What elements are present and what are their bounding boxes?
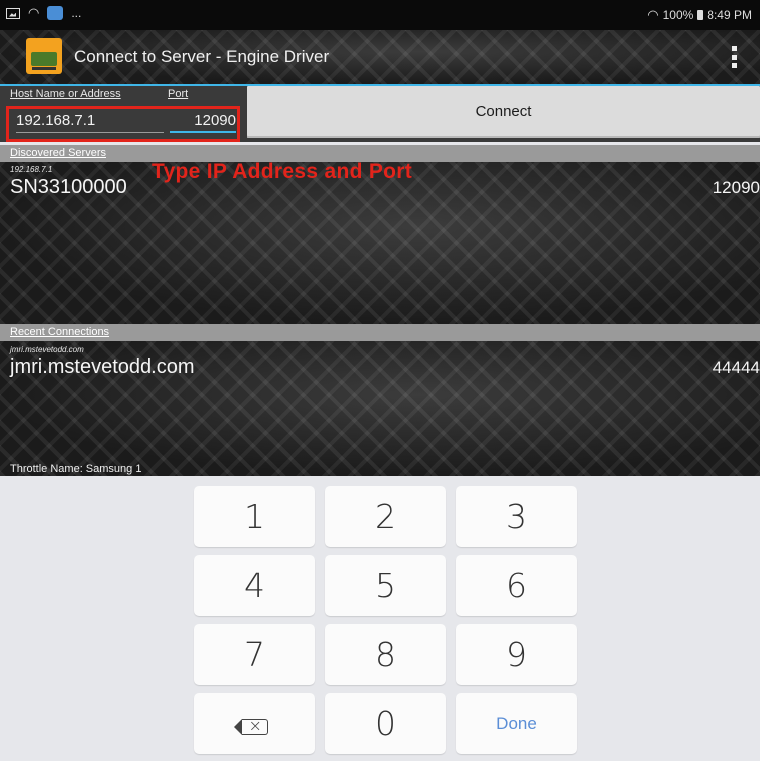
- port-label: Port: [168, 88, 189, 100]
- connection-address: jmri.mstevetodd.com: [10, 345, 84, 354]
- key-2[interactable]: 2: [325, 486, 446, 547]
- key-1[interactable]: 1: [194, 486, 315, 547]
- key-3[interactable]: 3: [456, 486, 577, 547]
- status-ellipsis: ...: [71, 6, 82, 20]
- recent-connections-header: Recent Connections: [0, 324, 760, 341]
- key-8[interactable]: 8: [325, 624, 446, 685]
- key-7[interactable]: 7: [194, 624, 315, 685]
- annotation-text: Type IP Address and Port: [152, 160, 413, 183]
- server-port: 12090: [712, 178, 760, 197]
- key-0[interactable]: 0: [325, 693, 446, 754]
- overflow-menu-icon[interactable]: [730, 46, 738, 68]
- numeric-keypad: 1 2 3 4 5 6 7 8 9 0 Done: [0, 476, 760, 761]
- key-9[interactable]: 9: [456, 624, 577, 685]
- key-4[interactable]: 4: [194, 555, 315, 616]
- battery-icon: [697, 10, 704, 20]
- annotation-highlight-box: [6, 106, 240, 142]
- image-icon: [6, 7, 20, 19]
- discovered-servers-list: 192.168.7.1 SN33100000 12090: [0, 162, 760, 324]
- server-name: SN33100000: [10, 176, 127, 198]
- status-bar: ◠ ... ◠ 100% 8:49 PM: [0, 0, 760, 30]
- connection-port: 44444: [712, 358, 760, 377]
- connect-button[interactable]: Connect: [247, 86, 760, 138]
- key-6[interactable]: 6: [456, 555, 577, 616]
- wifi-signal-icon: ◠: [647, 7, 659, 22]
- done-key[interactable]: Done: [456, 693, 577, 754]
- battery-level: 100%: [662, 8, 694, 22]
- page-title: Connect to Server - Engine Driver: [74, 47, 330, 66]
- engine-driver-logo-icon: [26, 38, 62, 74]
- throttle-name: Throttle Name: Samsung 1: [10, 463, 142, 475]
- backspace-icon: [233, 715, 268, 737]
- connection-name: jmri.mstevetodd.com: [10, 356, 195, 378]
- list-item[interactable]: jmri.mstevetodd.com jmri.mstevetodd.com …: [0, 341, 760, 381]
- clock: 8:49 PM: [707, 8, 752, 22]
- server-address: 192.168.7.1: [10, 165, 53, 174]
- key-5[interactable]: 5: [325, 555, 446, 616]
- backspace-key[interactable]: [194, 693, 315, 754]
- app-notification-icon: [47, 6, 64, 20]
- recent-connections-list: jmri.mstevetodd.com jmri.mstevetodd.com …: [0, 341, 760, 476]
- wifi-icon: ◠: [28, 5, 40, 20]
- app-bar: Connect to Server - Engine Driver: [0, 30, 760, 84]
- host-label: Host Name or Address: [10, 88, 121, 100]
